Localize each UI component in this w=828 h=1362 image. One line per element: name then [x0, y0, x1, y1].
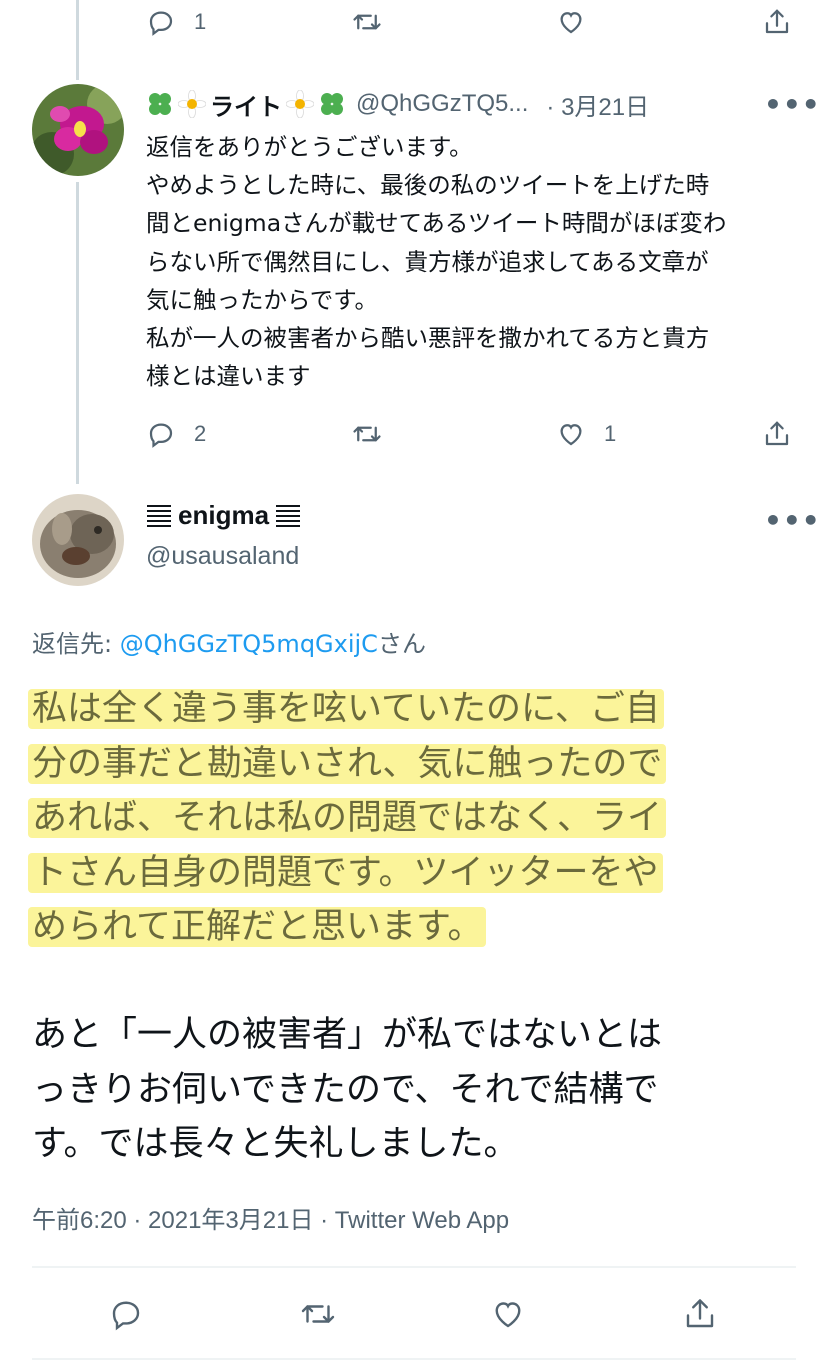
- user-handle[interactable]: @usausaland: [146, 542, 299, 571]
- share-button[interactable]: [682, 1292, 718, 1336]
- share-button[interactable]: [762, 0, 792, 44]
- text-line: 間とenigmaさんが載せてあるツイート時間がほぼ変わ: [146, 209, 727, 238]
- share-button[interactable]: [762, 412, 792, 456]
- text-line: す。では長々と失礼しました。: [32, 1124, 519, 1164]
- ledger-icon: [147, 504, 171, 527]
- retweet-button[interactable]: [352, 0, 382, 44]
- highlighted-line: あれば、それは私の問題ではなく、ライ: [28, 798, 667, 838]
- flower-avatar-image: [32, 84, 124, 176]
- retweet-button[interactable]: [352, 412, 382, 456]
- reply-button[interactable]: [108, 1292, 144, 1336]
- text-line: 気に触ったからです。: [146, 285, 378, 314]
- share-icon: [686, 1299, 714, 1328]
- clover-icon: [149, 93, 171, 115]
- more-options-icon[interactable]: •••: [764, 88, 821, 121]
- like-button[interactable]: [490, 1292, 526, 1336]
- more-options-icon[interactable]: •••: [764, 504, 821, 537]
- divider: [32, 1266, 796, 1268]
- like-count: 1: [604, 421, 617, 446]
- replying-suffix: さん: [377, 630, 426, 658]
- reply-icon: [149, 11, 173, 36]
- display-name[interactable]: enigma: [146, 500, 301, 531]
- retweet-icon: [353, 426, 381, 442]
- reply-icon: [112, 1301, 140, 1331]
- display-name-text: ライト: [210, 93, 282, 121]
- text-line: っきりお伺いできたので、それで結構で: [32, 1069, 659, 1110]
- text-line: 私が一人の被害者から酷い悪評を撒かれてる方と貴方: [146, 324, 710, 353]
- previous-tweet-actions: 1: [0, 0, 828, 44]
- mention-link[interactable]: @QhGGzTQ5mqGxijC: [120, 630, 378, 658]
- retweet-icon: [301, 1305, 335, 1323]
- replying-prefix: 返信先:: [32, 630, 120, 658]
- reply-icon: [149, 423, 173, 448]
- retweet-icon: [353, 14, 381, 30]
- reply-tweet-actions: 2 1: [0, 412, 828, 456]
- share-icon: [765, 9, 789, 34]
- tweet-date[interactable]: · 3月21日: [546, 87, 649, 122]
- highlighted-line: 私は全く違う事を呟いていたのに、ご自: [28, 689, 664, 729]
- text-line: 返信をありがとうございます。: [146, 133, 473, 161]
- main-tweet-actions: [0, 1292, 828, 1336]
- highlighted-tweet-text: 私は全く違う事を呟いていたのに、ご自 分の事だと勘違いされ、気に触ったので あれ…: [28, 682, 802, 955]
- text-line: らない所で偶然目にし、貴方様が追求してある文章が: [146, 247, 709, 276]
- highlighted-line: められて正解だと思います。: [28, 907, 487, 947]
- reply-button[interactable]: 1: [146, 0, 206, 44]
- reply-count: 1: [194, 9, 207, 34]
- text-line: やめようとした時に、最後の私のツイートを上げた時: [146, 171, 710, 200]
- reply-count: 2: [194, 421, 207, 446]
- text-line: 様とは違います: [146, 362, 311, 391]
- display-name[interactable]: ライト: [146, 87, 346, 122]
- avatar[interactable]: [32, 494, 124, 586]
- highlighted-line: トさん自身の問題です。ツイッターをや: [28, 852, 663, 893]
- heart-icon: [495, 1302, 521, 1328]
- reply-tweet-header: ライト @QhGGzTQ5... · 3月21日: [146, 86, 806, 122]
- replying-to: 返信先: @QhGGzTQ5mqGxijCさん: [32, 624, 426, 659]
- text-line: あと「一人の被害者」が私ではないとは: [32, 1015, 663, 1055]
- rabbit-avatar-image: [32, 494, 124, 586]
- tweet-meta[interactable]: 午前6:20 · 2021年3月21日 · Twitter Web App: [32, 1200, 509, 1235]
- ledger-icon: [276, 504, 301, 527]
- avatar[interactable]: [32, 84, 124, 176]
- like-button[interactable]: 1: [556, 412, 616, 456]
- reply-button[interactable]: 2: [146, 412, 206, 456]
- heart-icon: [560, 424, 582, 446]
- display-name-text: enigma: [178, 500, 270, 530]
- reply-tweet-text: 返信をありがとうございます。 やめようとした時に、最後の私のツイートを上げた時 …: [146, 128, 796, 395]
- retweet-button[interactable]: [300, 1292, 336, 1336]
- daisy-icon: [286, 90, 314, 118]
- highlighted-line: 分の事だと勘違いされ、気に触ったので: [28, 743, 667, 784]
- user-handle[interactable]: @QhGGzTQ5...: [356, 90, 528, 118]
- like-button[interactable]: [556, 0, 586, 44]
- divider: [32, 1358, 796, 1360]
- daisy-icon: [178, 90, 206, 118]
- share-icon: [765, 421, 789, 446]
- heart-icon: [560, 12, 582, 34]
- clover-icon: [321, 93, 343, 115]
- tweet-text: あと「一人の被害者」が私ではないとは っきりお伺いできたので、それで結構で す。…: [32, 1008, 802, 1172]
